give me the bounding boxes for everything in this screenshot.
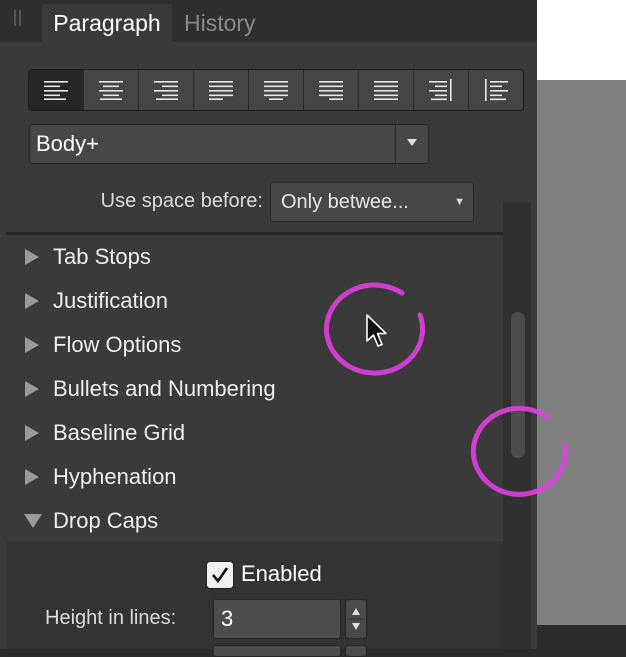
section-justification[interactable]: Justification [24,286,168,316]
align-center-icon [99,81,123,100]
section-label: Hyphenation [53,464,177,489]
disclosure-triangle-icon [24,424,44,442]
section-label: Drop Caps [53,508,159,533]
section-label: Flow Options [53,332,182,357]
align-right-icon [154,81,178,100]
paragraph-style-select[interactable]: Body+ [29,124,429,164]
height-in-lines-label: Height in lines: [45,607,177,629]
align-left-button[interactable] [29,70,84,110]
canvas-white-area [537,0,626,80]
stepper-down-icon [352,623,360,630]
section-drop-caps[interactable]: Drop Caps [24,506,158,536]
justify-left-button[interactable] [194,70,249,110]
align-away-from-spine-button[interactable] [469,70,523,110]
justify-left-icon [209,81,233,100]
highlight-circle [324,282,425,376]
canvas-area[interactable] [537,80,626,625]
space-before-label: Use space before: [100,190,263,212]
section-divider [6,232,503,235]
section-tab-stops[interactable]: Tab Stops [24,242,151,272]
space-before-value: Only betwee... [281,191,409,213]
section-flow-options[interactable]: Flow Options [24,330,181,360]
chevron-down-icon: ▼ [454,196,465,208]
highlight-circle [470,405,568,497]
checkmark-icon [212,567,229,584]
align-towards-spine-icon [429,79,452,101]
disclosure-triangle-icon [24,336,44,354]
section-label: Bullets and Numbering [53,376,276,401]
section-label: Justification [53,288,168,313]
justify-all-icon [374,81,398,100]
enabled-checkbox[interactable] [206,561,234,589]
disclosure-triangle-icon [24,380,44,398]
tab-paragraph[interactable]: Paragraph [42,4,172,42]
paragraph-panel: Paragraph History Body+ Use space before… [0,0,537,657]
next-field-input[interactable] [213,645,341,657]
height-in-lines-value: 3 [221,606,234,631]
paragraph-style-value: Body+ [36,131,99,156]
justify-right-button[interactable] [304,70,359,110]
stepper-up-icon [352,608,360,615]
justify-center-icon [264,81,288,100]
align-right-button[interactable] [139,70,194,110]
space-before-select[interactable]: Only betwee... ▼ [270,182,474,222]
spacing-row: Use space before: Only betwee... ▼ [6,178,503,232]
align-towards-spine-button[interactable] [414,70,469,110]
justify-center-button[interactable] [249,70,304,110]
next-field-stepper[interactable] [345,645,367,657]
disclosure-triangle-icon [24,292,44,310]
section-bullets-and-numbering[interactable]: Bullets and Numbering [24,374,276,404]
section-hyphenation[interactable]: Hyphenation [24,462,177,492]
disclosure-triangle-icon [24,248,44,266]
justify-all-button[interactable] [359,70,414,110]
align-away-from-spine-icon [485,79,508,101]
panel-tab-bar: Paragraph History [0,0,537,42]
align-center-button[interactable] [84,70,139,110]
section-label: Baseline Grid [53,420,186,445]
align-left-icon [44,81,68,100]
tab-history[interactable]: History [184,4,256,42]
height-in-lines-input[interactable]: 3 [213,599,341,639]
alignment-button-group [28,69,524,111]
section-label: Tab Stops [53,244,151,269]
height-stepper[interactable] [345,599,367,639]
disclosure-triangle-icon [24,468,44,486]
section-baseline-grid[interactable]: Baseline Grid [24,418,185,448]
disclosure-triangle-expanded-icon [24,513,44,529]
canvas-bottom-strip [537,625,626,649]
enabled-label[interactable]: Enabled [241,560,322,588]
chevron-down-icon[interactable] [396,125,428,163]
justify-right-icon [319,81,343,100]
panel-grip-icon[interactable] [14,10,24,28]
